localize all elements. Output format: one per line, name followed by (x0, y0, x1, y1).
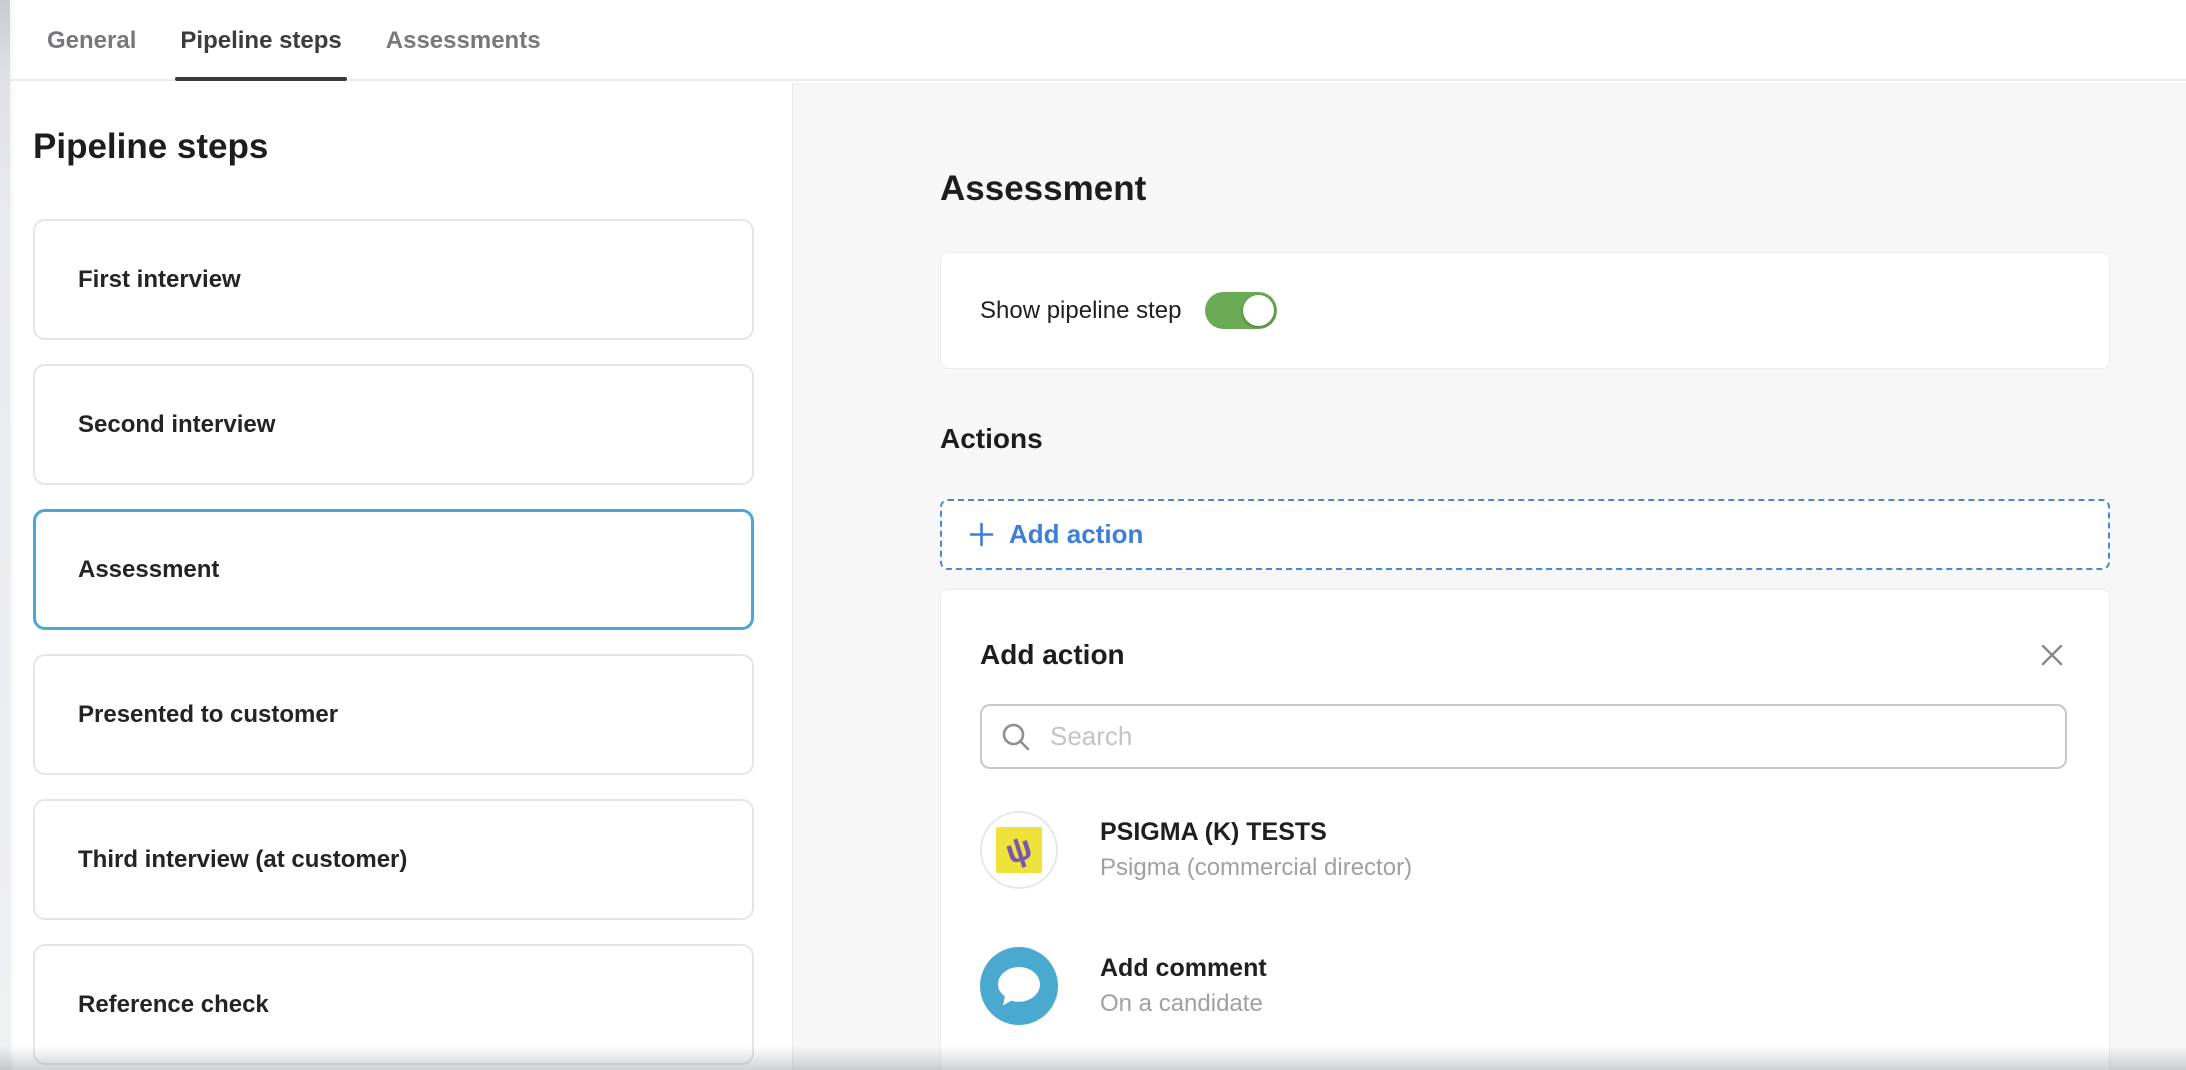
step-card-assessment[interactable]: Assessment (33, 509, 754, 630)
tab-assessments[interactable]: Assessments (386, 27, 541, 79)
show-pipeline-step-toggle[interactable] (1205, 292, 1277, 329)
psigma-logo-icon: ψ (980, 811, 1058, 889)
step-label: Presented to customer (78, 701, 338, 729)
add-action-button[interactable]: Add action (940, 499, 2110, 570)
psigma-logo-tile: ψ (996, 827, 1042, 873)
step-detail-panel: Assessment Show pipeline step Actions Ad… (793, 83, 2186, 1070)
step-label: Assessment (78, 556, 219, 584)
step-card-presented-to-customer[interactable]: Presented to customer (33, 654, 754, 775)
search-input[interactable] (1048, 705, 2047, 768)
add-action-panel-header: Add action (980, 638, 2067, 672)
pipeline-step-list: First interview Second interview Assessm… (33, 219, 754, 1065)
step-card-second-interview[interactable]: Second interview (33, 364, 754, 485)
tab-bar: General Pipeline steps Assessments (10, 0, 2186, 81)
step-detail-title: Assessment (940, 167, 2110, 211)
tab-pipeline-steps[interactable]: Pipeline steps (180, 27, 341, 79)
page-edge-strip (0, 0, 10, 1070)
toggle-knob (1243, 295, 1274, 326)
action-option-subtitle: On a candidate (1100, 990, 1267, 1018)
show-pipeline-step-label: Show pipeline step (980, 297, 1181, 325)
action-option-list: ψ PSIGMA (K) TESTS Psigma (commercial di… (980, 811, 2067, 1025)
action-option-text: Add comment On a candidate (1100, 954, 1267, 1018)
tab-general[interactable]: General (47, 27, 136, 79)
pipeline-steps-panel: Pipeline steps First interview Second in… (10, 83, 793, 1070)
action-search-field (980, 704, 2067, 769)
plus-icon (967, 520, 996, 549)
action-option-title: Add comment (1100, 954, 1267, 983)
step-label: Third interview (at customer) (78, 846, 407, 874)
show-pipeline-step-card: Show pipeline step (940, 252, 2110, 369)
add-action-panel: Add action (940, 589, 2110, 1070)
step-label: First interview (78, 266, 241, 294)
action-option-text: PSIGMA (K) TESTS Psigma (commercial dire… (1100, 818, 1412, 882)
step-label: Second interview (78, 411, 275, 439)
close-icon[interactable] (2037, 640, 2067, 670)
page-title: Pipeline steps (33, 125, 792, 169)
action-option-title: PSIGMA (K) TESTS (1100, 818, 1412, 847)
step-card-reference-check[interactable]: Reference check (33, 944, 754, 1065)
actions-section-title: Actions (940, 422, 2110, 456)
action-option-psigma-tests[interactable]: ψ PSIGMA (K) TESTS Psigma (commercial di… (980, 811, 2067, 889)
action-option-add-comment[interactable]: Add comment On a candidate (980, 947, 2067, 1025)
search-icon (1000, 721, 1032, 753)
add-action-button-label: Add action (1009, 519, 1143, 550)
settings-page: General Pipeline steps Assessments Pipel… (0, 0, 2186, 1070)
add-action-panel-title: Add action (980, 638, 1125, 672)
psigma-glyph: ψ (1002, 830, 1037, 870)
step-card-first-interview[interactable]: First interview (33, 219, 754, 340)
step-card-third-interview[interactable]: Third interview (at customer) (33, 799, 754, 920)
step-label: Reference check (78, 991, 269, 1019)
comment-bubble-icon (980, 947, 1058, 1025)
action-option-subtitle: Psigma (commercial director) (1100, 854, 1412, 882)
